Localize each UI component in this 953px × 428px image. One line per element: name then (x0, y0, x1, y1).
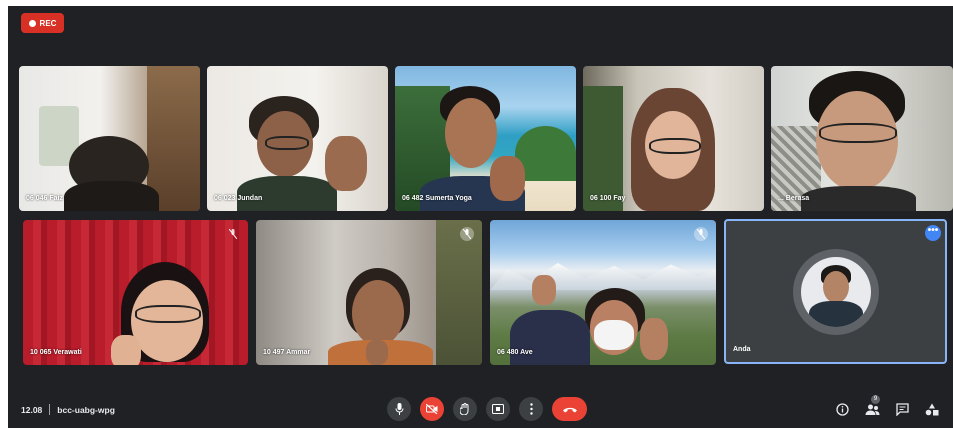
participant-tile-faiz[interactable]: 06 046 Faiz (19, 66, 200, 211)
participant-tile-ammar[interactable]: 10 497 Ammar (256, 220, 482, 365)
participant-tile-self[interactable]: ••• Anda (724, 219, 947, 364)
activities-icon (925, 403, 939, 415)
divider (49, 404, 51, 415)
people-icon (865, 404, 879, 415)
participant-tile-sumerta-yoga[interactable]: 06 482 Sumerta Yoga (395, 66, 576, 211)
meeting-info: 12.08 bcc-uabg-wpg (21, 404, 115, 415)
activities-button[interactable] (923, 400, 941, 418)
muted-icon (460, 227, 474, 241)
call-controls (387, 397, 587, 421)
participant-name: 06 480 Ave (497, 349, 533, 356)
meet-screen: REC 06 046 Faiz 06 023 Jundan 06 482 Sum… (8, 6, 953, 428)
participant-name: ... Berasa (778, 195, 810, 202)
recording-badge: REC (21, 13, 64, 33)
end-call-button[interactable] (552, 397, 587, 421)
record-dot-icon (28, 19, 36, 27)
participant-name: 06 100 Fay (590, 195, 626, 202)
clock-time: 12.08 (21, 404, 43, 415)
participant-tile-berasa[interactable]: ... Berasa (771, 66, 953, 211)
more-options-icon[interactable]: ••• (925, 225, 941, 241)
participant-name: 10 497 Ammar (263, 349, 311, 356)
participant-tile-fay[interactable]: 06 100 Fay (583, 66, 764, 211)
participant-name: 10 065 Verawati (30, 349, 82, 356)
side-panel-icons: 9 (833, 395, 941, 418)
info-icon (835, 402, 849, 416)
present-button[interactable] (486, 397, 510, 421)
muted-icon (694, 227, 708, 241)
avatar (793, 249, 879, 335)
meeting-code: bcc-uabg-wpg (57, 404, 115, 415)
more-options-button[interactable] (519, 397, 543, 421)
microphone-icon (395, 403, 403, 415)
raise-hand-button[interactable] (453, 397, 477, 421)
more-options-icon (529, 403, 533, 415)
chat-icon (895, 402, 909, 416)
bottom-toolbar: 12.08 bcc-uabg-wpg 9 (8, 392, 953, 428)
people-button[interactable]: 9 (863, 395, 881, 418)
camera-off-icon (426, 404, 438, 414)
participant-tile-jundan[interactable]: 06 023 Jundan (207, 66, 388, 211)
hand-icon (460, 403, 469, 415)
participant-name: 06 023 Jundan (214, 195, 263, 202)
participant-face (445, 98, 497, 168)
participant-name: 06 046 Faiz (26, 195, 63, 202)
chat-button[interactable] (893, 400, 911, 418)
participant-count-badge: 9 (871, 395, 880, 404)
end-call-icon (562, 407, 577, 412)
recording-label: REC (39, 18, 57, 28)
camera-toggle-button[interactable] (420, 397, 444, 421)
microphone-button[interactable] (387, 397, 411, 421)
participant-name: Anda (733, 346, 751, 353)
present-screen-icon (492, 404, 504, 414)
participant-name: 06 482 Sumerta Yoga (402, 195, 472, 202)
participant-face (352, 280, 404, 346)
muted-icon (226, 227, 240, 241)
participant-tile-verawati[interactable]: 10 065 Verawati (23, 220, 248, 365)
participant-tile-ave[interactable]: 06 480 Ave (490, 220, 716, 365)
info-button[interactable] (833, 400, 851, 418)
